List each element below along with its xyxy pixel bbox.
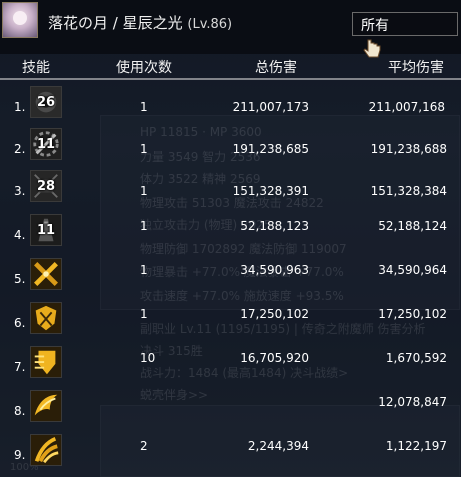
row-index: 8. (14, 404, 26, 418)
total-damage: 211,007,173 (232, 100, 309, 114)
average-damage: 17,250,102 (378, 307, 447, 321)
table-row: 8. 12,078,847 (0, 382, 461, 428)
character-name-text: 落花の月 / 星辰之光 (48, 14, 183, 32)
average-damage: 151,328,384 (370, 184, 447, 198)
average-damage: 211,007,168 (368, 100, 445, 114)
golden-shield-skill-icon[interactable] (30, 346, 62, 378)
character-avatar (2, 2, 38, 38)
dark-skill-icon[interactable]: 26 (30, 86, 62, 118)
table-row: 2. 11 1 191,238,685 191,238,688 (0, 120, 461, 166)
table-row: 5. 1 34,590,963 34,590,964 (0, 250, 461, 296)
use-count: 1 (140, 263, 148, 277)
shield-blades-skill-icon[interactable] (30, 302, 62, 334)
row-index: 9. (14, 448, 26, 462)
row-index: 4. (14, 228, 26, 242)
average-damage: 12,078,847 (378, 395, 447, 409)
average-damage: 191,238,688 (370, 142, 447, 156)
use-count: 2 (140, 439, 148, 453)
hand-cursor-icon (363, 39, 381, 58)
cooldown-counter: 11 (36, 223, 56, 238)
column-header-avg: 平均伤害 (388, 60, 444, 76)
row-index: 5. (14, 272, 26, 286)
row-index: 2. (14, 142, 26, 156)
total-damage: 34,590,963 (240, 263, 309, 277)
table-row: 3. 28 1 151,328,391 151,328,384 (0, 162, 461, 208)
row-index: 3. (14, 184, 26, 198)
table-row: 6. 1 17,250,102 17,250,102 (0, 294, 461, 340)
average-damage: 1,122,197 (385, 439, 447, 453)
average-damage: 1,670,592 (385, 351, 447, 365)
table-row: 7. 10 16,705,920 1,670,592 (0, 338, 461, 384)
table-row: 1. 26 1 211,007,173 211,007,168 (0, 78, 461, 124)
use-count: 10 (140, 351, 156, 365)
row-index: 1. (14, 100, 26, 114)
table-row: 4. 11 1 52,188,123 52,188,124 (0, 206, 461, 252)
table-row: 9. 2 2,244,394 1,122,197 (0, 426, 461, 472)
total-damage: 17,250,102 (240, 307, 309, 321)
column-header-uses: 使用次数 (116, 60, 172, 76)
column-header-total: 总伤害 (255, 60, 297, 76)
total-damage: 191,238,685 (232, 142, 309, 156)
column-header-skill: 技能 (22, 60, 50, 76)
cooldown-counter: 11 (36, 137, 56, 152)
gear-slash-skill-icon[interactable]: 11 (30, 128, 62, 160)
character-level: (Lv.86) (187, 17, 233, 32)
use-count: 1 (140, 100, 148, 114)
golden-wing-skill-icon[interactable] (30, 390, 62, 422)
golden-claw-skill-icon[interactable] (30, 434, 62, 466)
use-count: 1 (140, 142, 148, 156)
average-damage: 34,590,964 (378, 263, 447, 277)
character-name: 落花の月 / 星辰之光 (Lv.86) (48, 12, 232, 33)
average-damage: 52,188,124 (378, 219, 447, 233)
damage-stats-header: 落花の月 / 星辰之光 (Lv.86) 所有 (0, 0, 461, 54)
row-index: 6. (14, 316, 26, 330)
cooldown-counter: 26 (36, 95, 56, 110)
use-count: 1 (140, 219, 148, 233)
total-damage: 2,244,394 (247, 439, 309, 453)
row-index: 7. (14, 360, 26, 374)
total-damage: 16,705,920 (240, 351, 309, 365)
crossed-swords-skill-icon[interactable] (30, 258, 62, 290)
use-count: 1 (140, 184, 148, 198)
total-damage: 52,188,123 (240, 219, 309, 233)
cooldown-counter: 28 (36, 179, 56, 194)
total-damage: 151,328,391 (232, 184, 309, 198)
skill-filter-dropdown[interactable]: 所有 (352, 12, 458, 36)
use-count: 1 (140, 307, 148, 321)
shadow-blade-skill-icon[interactable]: 11 (30, 214, 62, 246)
rune-skill-icon[interactable]: 28 (30, 170, 62, 202)
